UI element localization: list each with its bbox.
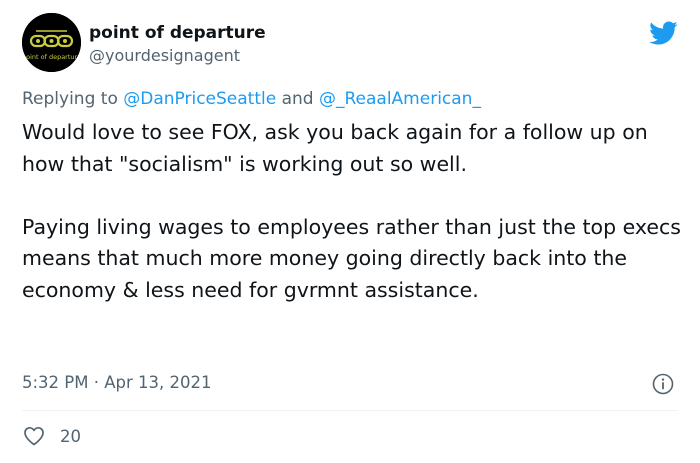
replying-to: Replying to @DanPriceSeattle and @_Reaal… [22,87,481,111]
like-button[interactable]: 20 [22,424,81,448]
twitter-bird-icon[interactable] [648,18,678,48]
mention-link-1[interactable]: @DanPriceSeattle [123,89,276,109]
avatar[interactable]: point of departure [22,13,81,72]
mention-link-2[interactable]: @_ReaalAmerican_ [319,89,481,109]
like-count: 20 [60,426,81,446]
tweet-timestamp[interactable]: 5:32 PM · Apr 13, 2021 [22,371,212,395]
replying-connector: and [276,89,319,109]
tweet-time: 5:32 PM [22,373,89,392]
tweet-paragraph-2: Paying living wages to employees rather … [22,214,681,302]
tweet-date: Apr 13, 2021 [104,373,212,392]
tweet-card: point of departure point of departure @y… [0,0,700,463]
avatar-text: point of departure [22,53,81,61]
tweet-text: Would love to see FOX, ask you back agai… [22,117,692,306]
user-handle[interactable]: @yourdesignagent [89,45,240,67]
info-icon[interactable] [651,372,675,396]
meta-separator: · [88,373,105,392]
avatar-logo-icon: point of departure [22,13,81,72]
replying-prefix: Replying to [22,89,124,109]
display-name[interactable]: point of departure [89,22,266,44]
tweet-paragraph-1: Would love to see FOX, ask you back agai… [22,120,648,176]
divider [22,410,678,411]
heart-icon[interactable] [22,424,46,448]
